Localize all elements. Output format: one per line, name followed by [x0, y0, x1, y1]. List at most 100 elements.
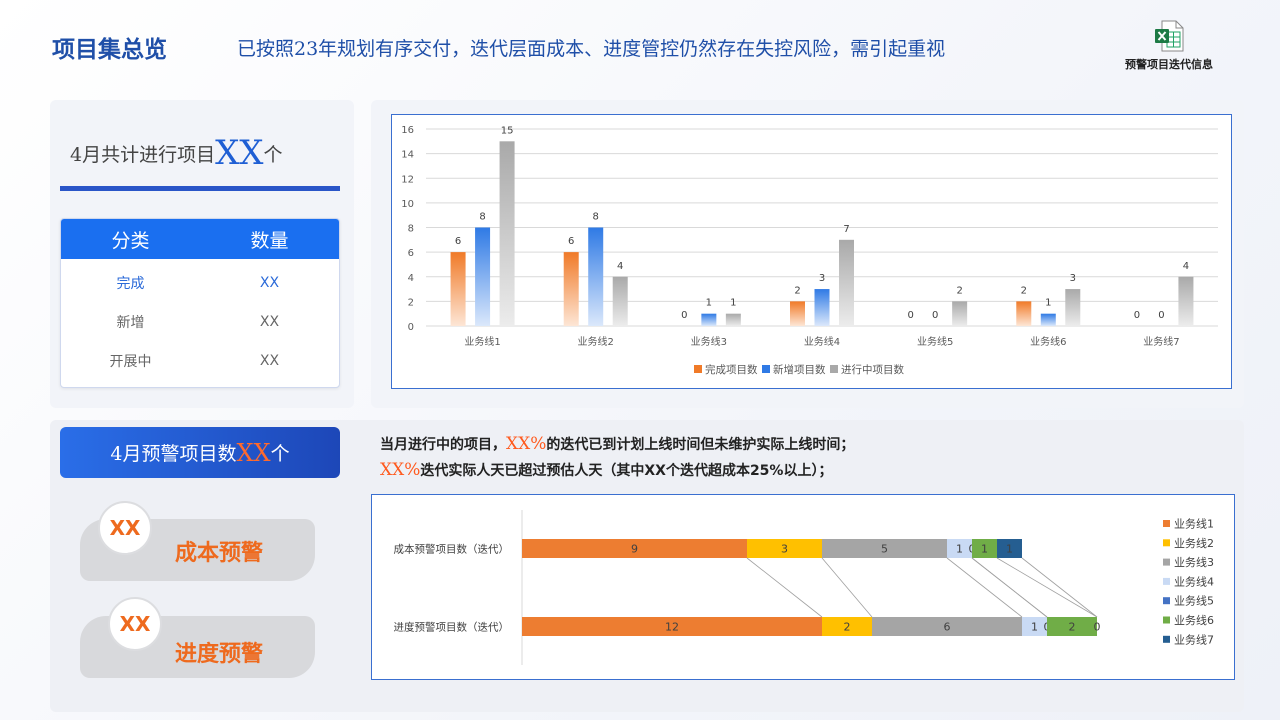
legend-swatch: [694, 365, 702, 373]
bar: [952, 301, 968, 326]
series-line: [971, 557, 1048, 618]
data-label: 15: [501, 125, 514, 136]
data-label: 1: [1045, 298, 1051, 309]
bar: [612, 276, 628, 326]
legend-label: 业务线7: [1174, 632, 1214, 646]
segment-label: 1: [981, 543, 988, 556]
segment-label: 9: [631, 543, 638, 556]
warning-description-2: XX%迭代实际人天已超过预估人天（其中XX个迭代超成本25%以上）；: [380, 460, 832, 480]
series-line: [946, 557, 1023, 618]
data-label: 8: [593, 212, 599, 223]
series-line: [746, 557, 823, 618]
y-tick-label: 2: [408, 297, 414, 308]
legend-label: 进行中项目数: [841, 363, 904, 376]
table-row: 完成 XX: [61, 263, 339, 302]
data-label: 1: [730, 298, 736, 309]
desc2-value: XX%: [380, 460, 421, 480]
cost-warning-label: 成本预警: [175, 541, 264, 566]
x-tick-label: 业务线4: [804, 335, 840, 348]
segment-label: 0: [1094, 621, 1101, 634]
table-row: 新增 XX: [61, 302, 339, 341]
warning-count-banner: 4月预警项目数 XX 个: [60, 427, 340, 478]
project-count-title: 4月共计进行项目XX个: [70, 133, 283, 173]
title-underline: [60, 186, 340, 191]
data-label: 0: [932, 310, 938, 321]
x-tick-label: 业务线3: [691, 335, 727, 348]
x-tick-label: 业务线5: [917, 335, 953, 348]
excel-attachment-link[interactable]: 预警项目迭代信息: [1112, 20, 1226, 72]
table-row: 开展中 XX: [61, 341, 339, 380]
bar: [725, 313, 741, 326]
legend-label: 完成项目数: [705, 363, 758, 376]
excel-caption[interactable]: 预警项目迭代信息: [1112, 56, 1226, 72]
warning-count-suffix: 个: [270, 443, 290, 465]
data-label: 3: [819, 273, 825, 284]
y-tick-label: 10: [401, 199, 414, 210]
schedule-warning-value: XX: [108, 597, 162, 651]
legend-swatch: [1163, 539, 1170, 547]
warning-count-value: XX: [236, 438, 271, 467]
legend-swatch: [1163, 597, 1170, 605]
series-line: [821, 557, 873, 618]
legend-swatch: [1163, 520, 1170, 527]
segment-label: 3: [781, 543, 788, 556]
legend-swatch: [1163, 616, 1170, 624]
data-label: 4: [1183, 261, 1189, 272]
warning-description-1: 当月进行中的项目，XX%的迭代已到计划上线时间但未维护实际上线时间；: [380, 434, 854, 454]
excel-file-icon[interactable]: [1154, 20, 1184, 52]
legend-swatch: [1163, 577, 1170, 585]
series-line: [996, 557, 1098, 618]
legend-label: 业务线4: [1174, 574, 1214, 588]
desc2-suffix: 迭代实际人天已超过预估人天（其中XX个迭代超成本25%以上）；: [420, 463, 833, 479]
segment-label: 1: [1006, 543, 1013, 556]
row-category: 开展中: [109, 353, 152, 370]
warning-count-prefix: 4月预警项目数: [110, 443, 237, 465]
bar: [1016, 301, 1032, 326]
stacked-chart-frame: 成本预警项目数（迭代）9351011进度预警项目数（迭代）12261020业务线…: [371, 494, 1235, 680]
data-label: 7: [843, 224, 849, 235]
bar: [1040, 313, 1056, 326]
page-subtitle: 已按照23年规划有序交付，迭代层面成本、进度管控仍然存在失控风险，需引起重视: [237, 38, 946, 60]
legend-label: 业务线6: [1174, 613, 1214, 627]
data-label: 6: [568, 236, 574, 247]
category-table: 分类 数量 完成 XX 新增 XX 开展中 XX: [60, 218, 340, 388]
row-category: 新增: [116, 314, 145, 331]
legend-swatch: [830, 365, 838, 373]
bar: [790, 301, 805, 326]
y-tick-label: 0: [408, 322, 414, 333]
legend-swatch: [1163, 558, 1170, 566]
segment-label: 1: [1031, 621, 1038, 634]
segment-label: 2: [844, 621, 851, 634]
bar: [1178, 276, 1194, 326]
legend-label: 业务线5: [1174, 594, 1214, 608]
header-category: 分类: [111, 229, 150, 252]
data-label: 0: [681, 310, 687, 321]
data-label: 1: [706, 298, 712, 309]
column-chart: 02468101214166815业务线1684业务线201 1业务线3237业务…: [401, 125, 1218, 376]
bar: [499, 141, 515, 326]
legend-label: 新增项目数: [773, 363, 826, 376]
bar: [450, 252, 466, 326]
y-tick-label: 12: [401, 174, 414, 185]
x-tick-label: 业务线6: [1030, 335, 1066, 348]
bar: [588, 227, 604, 326]
data-label: 0: [907, 310, 913, 321]
data-label: 0: [1158, 310, 1164, 321]
segment-label: 2: [1069, 621, 1076, 634]
y-tick-label: 4: [408, 273, 414, 284]
table-header: 分类 数量: [61, 219, 339, 259]
stacked-bar-chart: 成本预警项目数（迭代）9351011进度预警项目数（迭代）12261020业务线…: [394, 510, 1214, 665]
row-count: XX: [259, 313, 280, 330]
segment-label: 12: [665, 621, 679, 634]
row-category: 完成: [116, 275, 145, 292]
bar: [814, 289, 830, 326]
data-label: 2: [794, 285, 800, 296]
legend-label: 业务线2: [1174, 536, 1214, 550]
x-tick-label: 业务线7: [1143, 335, 1179, 348]
desc1-prefix: 当月进行中的项目，: [380, 437, 506, 453]
row-count: XX: [259, 352, 280, 369]
data-label: 2: [1021, 285, 1027, 296]
project-count-value: XX: [215, 133, 264, 173]
category-label: 进度预警项目数（迭代）: [394, 621, 510, 634]
bar: [563, 252, 579, 326]
